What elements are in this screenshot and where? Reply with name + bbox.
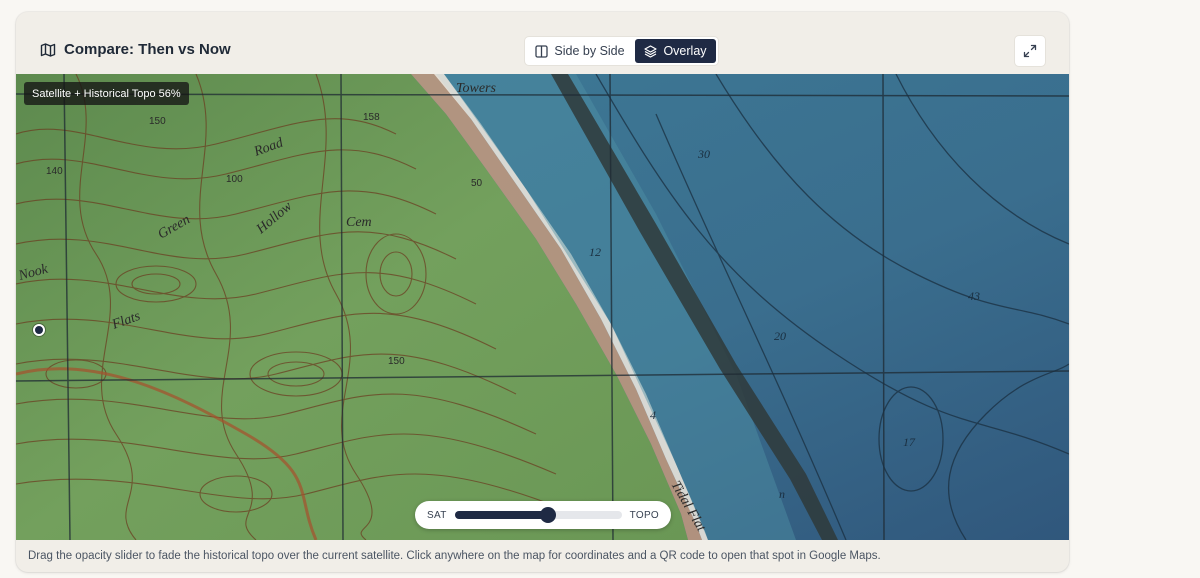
map-label: 150 <box>149 116 166 127</box>
map-label: 12 <box>589 245 601 259</box>
map-label: n <box>779 487 785 501</box>
help-text: Drag the opacity slider to fade the hist… <box>28 550 881 562</box>
topo-satellite-overlay: 30 12 20 43 17 4 n Towers Road Green Hol… <box>16 74 1069 540</box>
map-label: 4 <box>650 408 656 422</box>
side-by-side-label: Side by Side <box>554 44 625 58</box>
map-icon <box>40 42 56 57</box>
map-label: 158 <box>363 112 380 123</box>
map-label: 100 <box>226 174 243 185</box>
location-marker[interactable] <box>33 324 45 336</box>
opacity-slider-fill <box>454 511 549 519</box>
map-label: 50 <box>471 178 483 189</box>
columns-icon <box>535 44 549 58</box>
side-by-side-button[interactable]: Side by Side <box>527 39 633 63</box>
map-label: 43 <box>968 289 980 303</box>
map-viewport[interactable]: 30 12 20 43 17 4 n Towers Road Green Hol… <box>16 74 1069 540</box>
overlay-label: Overlay <box>663 44 707 58</box>
opacity-slider-control: SAT TOPO <box>415 501 671 529</box>
layers-icon <box>644 44 658 58</box>
slider-left-label: SAT <box>427 509 447 521</box>
title-group: Compare: Then vs Now <box>40 41 231 58</box>
page-title: Compare: Then vs Now <box>64 41 231 58</box>
card-header: Compare: Then vs Now Side by Side Overla… <box>16 12 1069 74</box>
fullscreen-button[interactable] <box>1015 36 1045 66</box>
compare-card: Compare: Then vs Now Side by Side Overla… <box>16 12 1069 572</box>
map-label: 20 <box>774 329 786 343</box>
slider-right-label: TOPO <box>629 509 659 521</box>
overlay-button[interactable]: Overlay <box>635 39 716 63</box>
opacity-slider[interactable] <box>454 507 622 523</box>
view-mode-toggle: Side by Side Overlay <box>525 37 718 65</box>
opacity-slider-thumb[interactable] <box>540 507 557 523</box>
layer-badge: Satellite + Historical Topo 56% <box>24 82 189 105</box>
map-label: 17 <box>903 435 916 449</box>
map-label: 30 <box>697 147 710 161</box>
map-label: 140 <box>46 166 63 177</box>
map-label: Towers <box>456 81 497 96</box>
expand-icon <box>1023 44 1037 58</box>
map-label: Cem <box>346 215 372 230</box>
map-label: 150 <box>388 356 405 367</box>
